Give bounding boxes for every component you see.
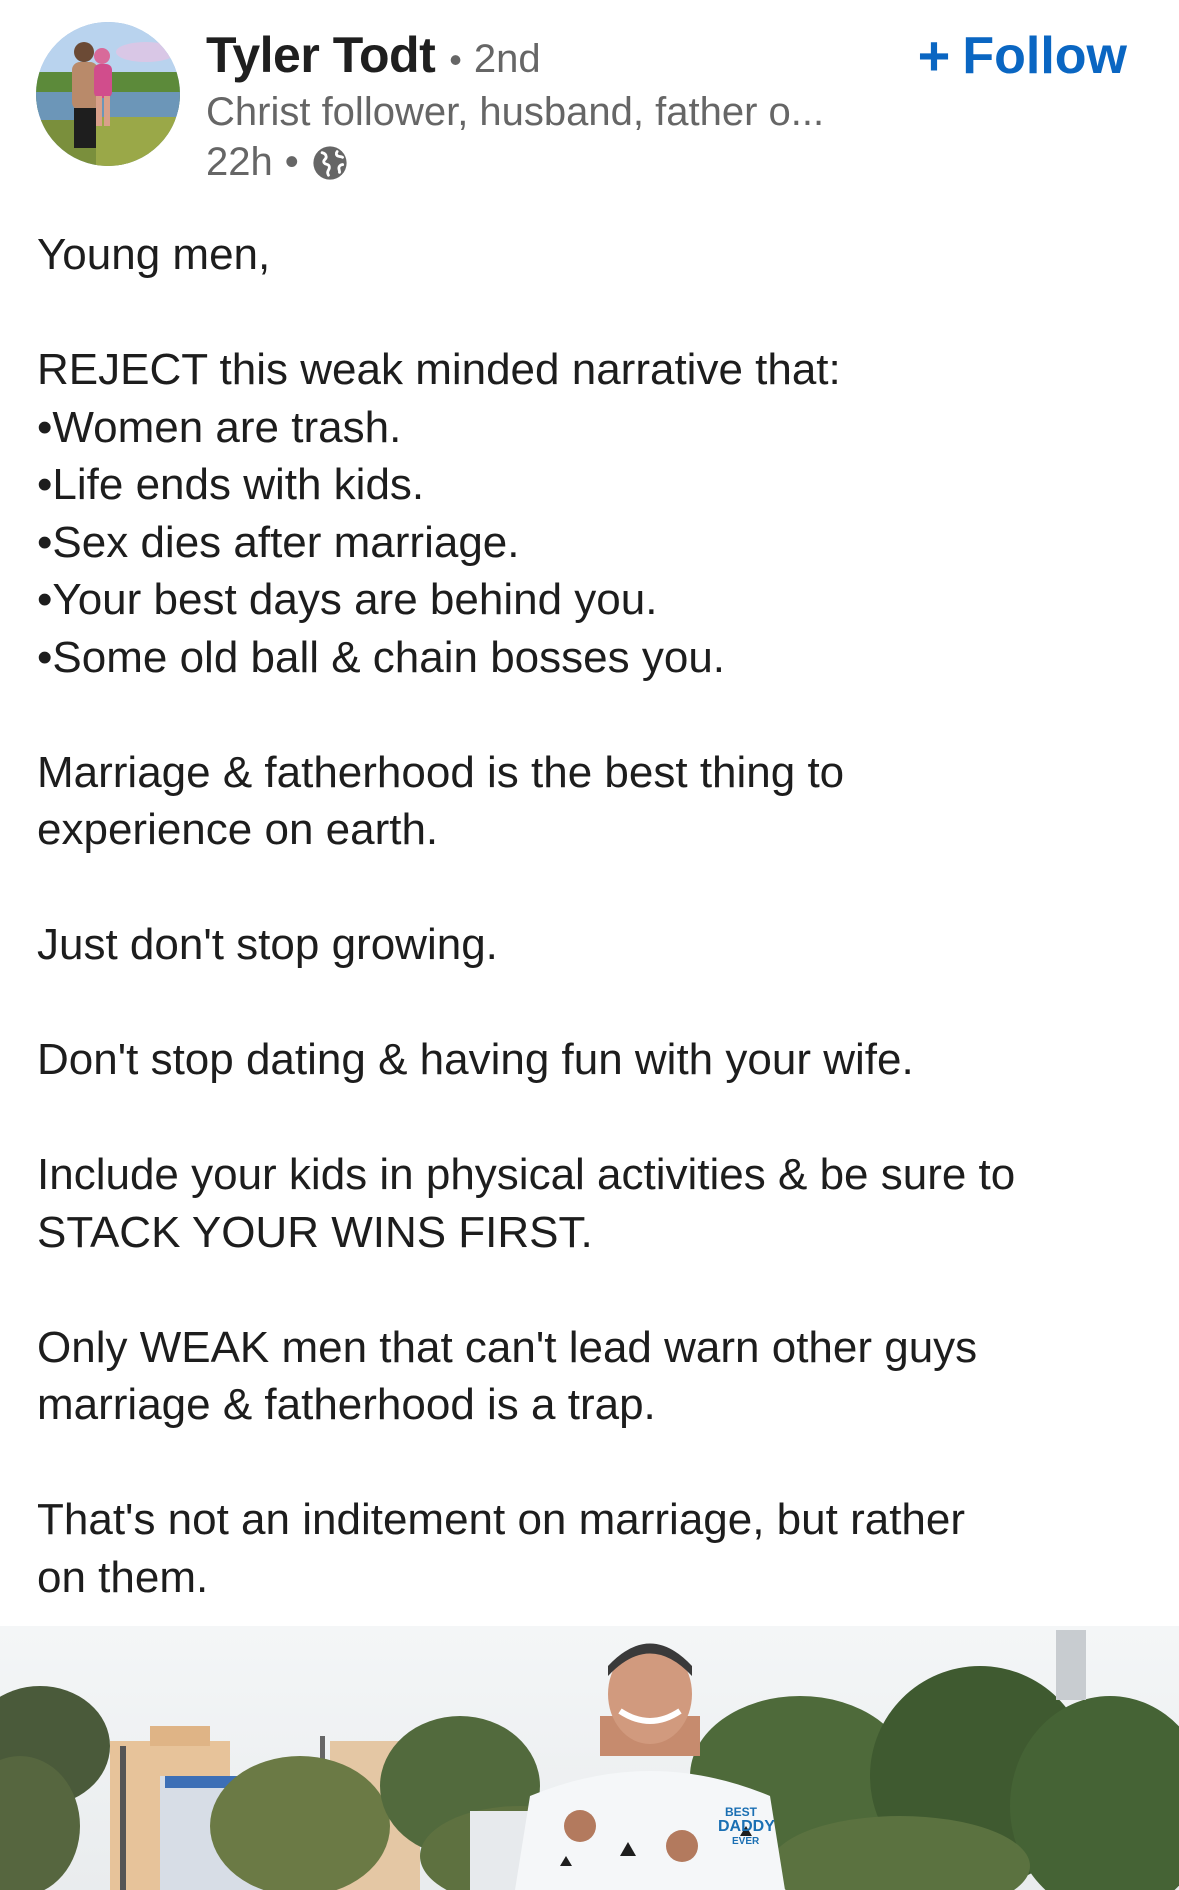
post-line: Just don't stop growing. (37, 920, 498, 969)
post-line: •Life ends with kids. (37, 460, 425, 509)
shirt-text-best: BEST (725, 1805, 758, 1819)
post-line: Young men, (37, 230, 271, 279)
author-avatar[interactable] (36, 22, 180, 166)
post-meta: 22h • (206, 140, 349, 185)
post-text: Young men, REJECT this weak minded narrat… (37, 226, 1147, 1606)
post-line: •Sex dies after marriage. (37, 517, 520, 567)
shirt-text-daddy: DADDY (718, 1818, 775, 1835)
post-line: Marriage & fatherhood is the best thing … (37, 747, 845, 797)
post-line: experience on earth. (37, 805, 439, 854)
post-line: Only WEAK men that can't lead warn other… (37, 1322, 978, 1372)
shirt-text-ever: EVER (732, 1836, 760, 1847)
connection-degree: 2nd (473, 37, 541, 81)
post-line: •Some old ball & chain bosses you. (37, 632, 726, 682)
post-line: •Your best days are behind you. (37, 575, 658, 624)
post-header: Tyler Todt • 2nd Christ follower, husban… (0, 0, 1179, 210)
author-name-row: Tyler Todt • 2nd (206, 26, 541, 86)
post-line: That's not an inditement on marriage, bu… (37, 1495, 966, 1544)
globe-icon (311, 144, 349, 182)
post-line: Include your kids in physical activities… (37, 1150, 1016, 1199)
author-name[interactable]: Tyler Todt (206, 26, 436, 84)
post-line: on them. (37, 1552, 209, 1602)
post-line: Don't stop dating & having fun with your… (37, 1035, 914, 1084)
follow-label: Follow (962, 27, 1127, 85)
post-line: •Women are trash. (37, 402, 402, 452)
post-line: marriage & fatherhood is a trap. (37, 1380, 656, 1429)
follow-button[interactable]: + Follow (918, 26, 1127, 86)
post-line: REJECT this weak minded narrative that: (37, 345, 841, 394)
author-headline: Christ follower, husband, father o... (206, 90, 825, 134)
separator-dot: • (449, 39, 462, 80)
post-time: 22h (206, 140, 273, 184)
post-line: STACK YOUR WINS FIRST. (37, 1207, 593, 1257)
plus-icon: + (917, 24, 951, 87)
separator-dot: • (284, 140, 299, 184)
post-image[interactable]: BEST DADDY EVER (0, 1626, 1179, 1890)
